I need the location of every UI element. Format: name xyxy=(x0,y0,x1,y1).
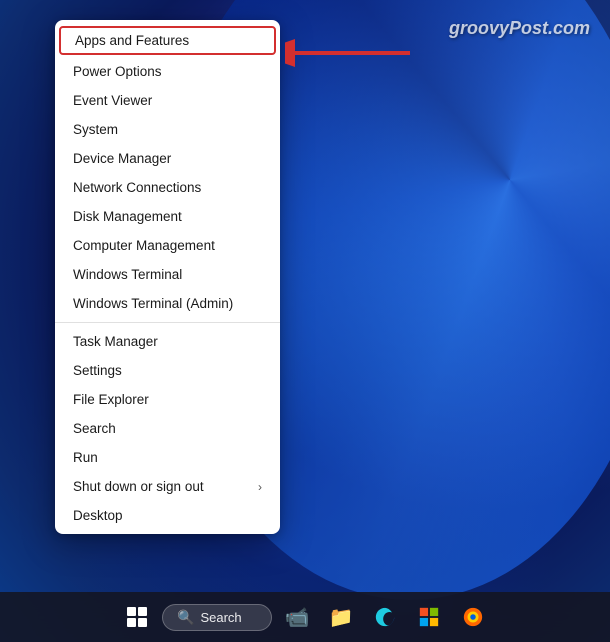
red-arrow-annotation xyxy=(285,28,415,83)
taskbar-search-icon: 🔍 xyxy=(177,609,194,626)
desktop: groovyPost.com Apps and Features Power O… xyxy=(0,0,610,642)
windows-logo-icon xyxy=(127,607,147,627)
menu-item-computer-management[interactable]: Computer Management xyxy=(55,231,280,260)
context-menu: Apps and Features Power Options Event Vi… xyxy=(55,20,280,534)
taskbar-icon-ms-store[interactable] xyxy=(410,598,448,636)
menu-item-windows-terminal-admin[interactable]: Windows Terminal (Admin) xyxy=(55,289,280,318)
start-button[interactable] xyxy=(118,598,156,636)
ms-store-icon xyxy=(418,606,440,628)
menu-item-search[interactable]: Search xyxy=(55,414,280,443)
menu-item-power-options[interactable]: Power Options xyxy=(55,57,280,86)
menu-item-shut-down[interactable]: Shut down or sign out › xyxy=(55,472,280,501)
menu-item-windows-terminal[interactable]: Windows Terminal xyxy=(55,260,280,289)
edge-icon xyxy=(374,606,396,628)
taskbar-search-bar[interactable]: 🔍 Search xyxy=(162,604,272,631)
menu-item-apps-features[interactable]: Apps and Features xyxy=(59,26,276,55)
menu-item-desktop[interactable]: Desktop xyxy=(55,501,280,530)
menu-item-network-connections[interactable]: Network Connections xyxy=(55,173,280,202)
submenu-chevron-icon: › xyxy=(258,480,262,494)
taskbar-icon-file-explorer[interactable]: 📁 xyxy=(322,598,360,636)
menu-divider-1 xyxy=(55,322,280,323)
taskbar: 🔍 Search 📹 📁 xyxy=(0,592,610,642)
menu-item-settings[interactable]: Settings xyxy=(55,356,280,385)
menu-item-run[interactable]: Run xyxy=(55,443,280,472)
firefox-icon xyxy=(462,606,484,628)
zoom-icon: 📹 xyxy=(285,605,310,630)
menu-item-disk-management[interactable]: Disk Management xyxy=(55,202,280,231)
taskbar-icon-edge[interactable] xyxy=(366,598,404,636)
menu-item-device-manager[interactable]: Device Manager xyxy=(55,144,280,173)
menu-item-system[interactable]: System xyxy=(55,115,280,144)
taskbar-icon-zoom[interactable]: 📹 xyxy=(278,598,316,636)
menu-item-file-explorer[interactable]: File Explorer xyxy=(55,385,280,414)
taskbar-icon-firefox[interactable] xyxy=(454,598,492,636)
taskbar-search-label: Search xyxy=(200,610,241,625)
groovypost-watermark: groovyPost.com xyxy=(449,18,590,39)
folder-icon: 📁 xyxy=(329,605,354,630)
menu-item-task-manager[interactable]: Task Manager xyxy=(55,327,280,356)
menu-item-event-viewer[interactable]: Event Viewer xyxy=(55,86,280,115)
